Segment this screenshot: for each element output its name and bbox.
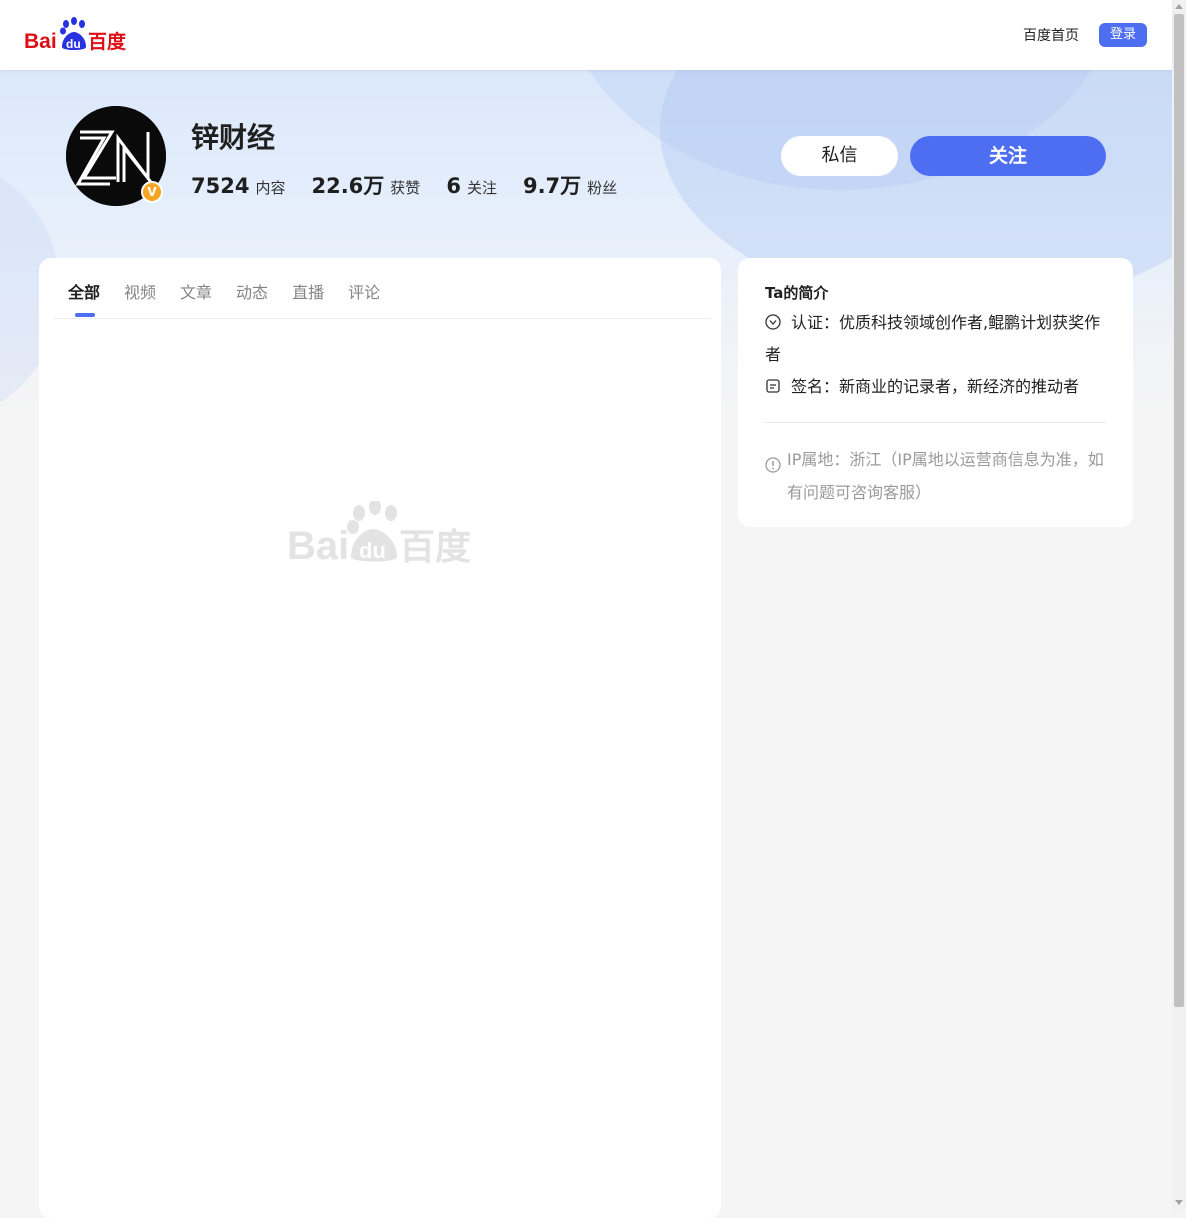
tab-dynamic[interactable]: 动态 xyxy=(236,279,268,303)
signature-text: 签名：新商业的记录者，新经济的推动者 xyxy=(791,377,1080,396)
svg-text:Bai: Bai xyxy=(24,30,57,53)
certification-line: 认证：优质科技领域创作者,鲲鹏计划获奖作者 xyxy=(765,307,1110,371)
stat-number: 6 xyxy=(446,174,461,198)
stat-label: 内容 xyxy=(255,179,286,197)
scrollbar-thumb[interactable] xyxy=(1174,14,1184,1007)
verified-badge-icon: V xyxy=(141,181,163,203)
content-panel: 全部 视频 文章 动态 直播 评论 Bai du 百度 xyxy=(39,258,721,1218)
intro-panel: Ta的简介 认证：优质科技领域创作者,鲲鹏计划获奖作者 签名：新商业的记录者，新… xyxy=(738,258,1133,527)
ip-location-text: IP属地：浙江（IP属地以运营商信息为准，如有问题可咨询客服） xyxy=(787,450,1104,502)
page-scrollbar[interactable] xyxy=(1172,0,1186,1210)
info-circle-icon xyxy=(765,451,781,473)
stat-label: 关注 xyxy=(466,179,497,197)
baidu-logo[interactable]: Bai du 百度 xyxy=(24,17,128,53)
certification-text: 认证：优质科技领域创作者,鲲鹏计划获奖作者 xyxy=(765,313,1101,364)
stat-number: 7524 xyxy=(191,174,250,198)
check-circle-icon xyxy=(765,309,781,330)
loading-placeholder-logo: Bai du 百度 xyxy=(287,499,473,568)
note-icon xyxy=(765,373,781,393)
svg-text:百度: 百度 xyxy=(88,30,127,53)
tab-article[interactable]: 文章 xyxy=(180,279,212,303)
tab-video[interactable]: 视频 xyxy=(124,279,156,303)
scroll-up-arrow-icon[interactable] xyxy=(1175,4,1183,9)
stat-fans[interactable]: 9.7万 粉丝 xyxy=(523,170,617,200)
stat-label: 获赞 xyxy=(390,179,421,197)
signature-line: 签名：新商业的记录者，新经济的推动者 xyxy=(765,371,1110,403)
svg-text:Bai: Bai xyxy=(287,524,349,563)
svg-text:百度: 百度 xyxy=(399,527,471,563)
top-navbar: Bai du 百度 百度首页 登录 xyxy=(0,0,1172,70)
active-tab-indicator xyxy=(75,313,95,317)
tab-comment[interactable]: 评论 xyxy=(348,279,380,303)
baidu-home-link[interactable]: 百度首页 xyxy=(1023,25,1079,45)
stat-following[interactable]: 6 关注 xyxy=(446,174,497,198)
login-button[interactable]: 登录 xyxy=(1099,23,1147,47)
stat-label: 粉丝 xyxy=(587,179,618,197)
ip-location-line: IP属地：浙江（IP属地以运营商信息为准，如有问题可咨询客服） xyxy=(765,443,1110,509)
svg-text:du: du xyxy=(66,37,81,51)
tab-all[interactable]: 全部 xyxy=(68,279,100,303)
stat-content[interactable]: 7524 内容 xyxy=(191,174,285,198)
stat-number: 9.7万 xyxy=(522,174,582,198)
stat-number: 22.6万 xyxy=(311,174,385,198)
content-tabs: 全部 视频 文章 动态 直播 评论 xyxy=(68,279,404,303)
tab-live[interactable]: 直播 xyxy=(292,279,324,303)
profile-stats: 7524 内容 22.6万 获赞 6 关注 9.7万 粉丝 xyxy=(191,170,643,200)
svg-text:du: du xyxy=(359,538,386,563)
profile-name: 锌财经 xyxy=(191,121,276,154)
tabs-divider xyxy=(53,318,711,319)
intro-title: Ta的简介 xyxy=(765,284,829,302)
scroll-down-arrow-icon[interactable] xyxy=(1175,1200,1183,1205)
follow-button[interactable]: 关注 xyxy=(910,136,1106,176)
message-button[interactable]: 私信 xyxy=(781,136,898,176)
intro-divider xyxy=(765,422,1106,423)
stat-likes: 22.6万 获赞 xyxy=(311,170,420,200)
